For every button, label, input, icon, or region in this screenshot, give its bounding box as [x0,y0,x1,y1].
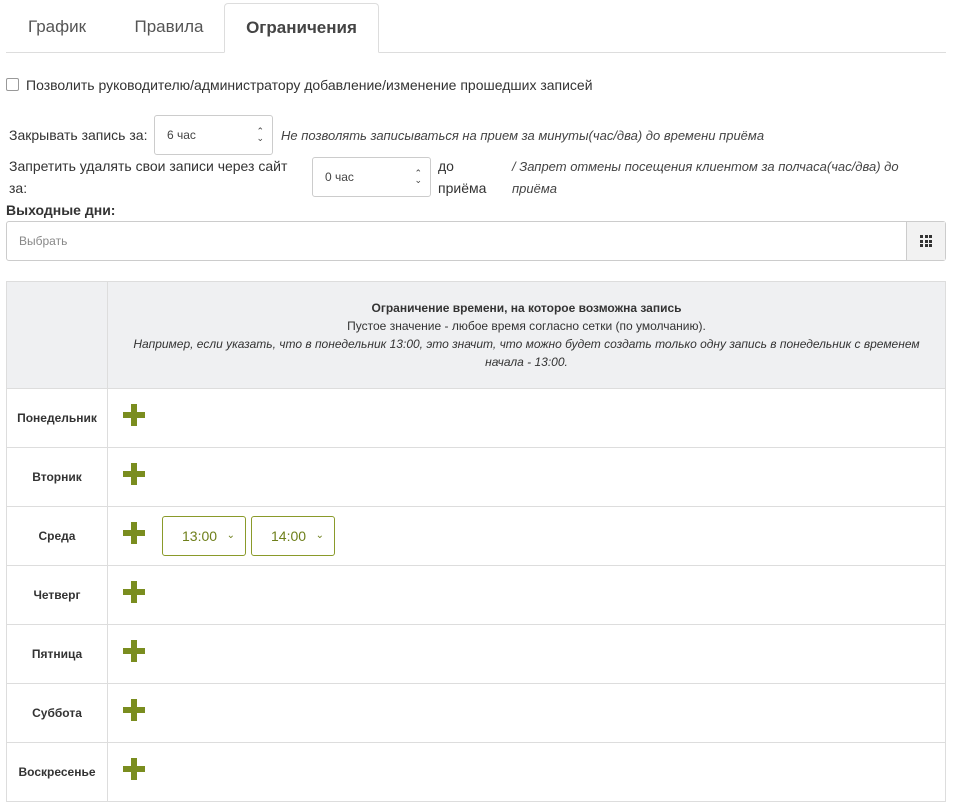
day-name: Вторник [6,447,108,507]
days-off-label: Выходные дни: [6,202,116,218]
updown-icon: ⌃ ⌄ [414,168,422,185]
close-booking-value: 6 час [167,128,196,142]
forbid-delete-label-line1: Запретить удалять свои записи через сайт [9,158,288,174]
grid-icon [920,235,932,247]
days-off-multiselect[interactable]: Выбрать [6,221,946,261]
days-off-placeholder: Выбрать [19,234,68,248]
table-row: Понедельник [6,388,946,448]
forbid-delete-suffix-line2: приёма [438,180,487,196]
allow-past-label: Позволить руководителю/администратору до… [26,77,593,93]
add-time-plus-icon[interactable] [123,522,145,544]
table-row: Пятница [6,624,946,684]
day-name: Среда [6,506,108,566]
chevron-down-icon: ⌄ [226,530,235,541]
time-select[interactable]: 14:00 ⌄ [251,516,335,556]
table-row: Вторник [6,447,946,507]
table-header-row: Ограничение времени, на которое возможна… [6,281,946,389]
day-name: Пятница [6,624,108,684]
add-time-plus-icon[interactable] [123,463,145,485]
close-booking-hint: Не позволять записываться на прием за ми… [281,128,765,143]
forbid-delete-suffix-line1: до [438,158,454,174]
tab-rules[interactable]: Правила [114,3,224,52]
table-header-subtitle: Пустое значение - любое время согласно с… [347,319,706,333]
allow-past-checkbox[interactable] [6,78,19,91]
table-row: Среда 13:00 ⌄ 14:00 ⌄ [6,506,946,566]
forbid-delete-label-line2: за: [9,180,28,196]
time-value: 13:00 [182,528,218,544]
time-limits-table: Ограничение времени, на которое возможна… [6,281,946,802]
forbid-delete-hint-line2: приёма [512,181,557,196]
tab-schedule[interactable]: График [6,3,108,52]
tab-bar: График Правила Ограничения [6,0,946,53]
updown-icon: ⌃ ⌄ [256,126,264,143]
table-header-cell: Ограничение времени, на которое возможна… [107,281,946,389]
forbid-delete-value: 0 час [325,170,354,184]
table-row: Суббота [6,683,946,743]
add-time-plus-icon[interactable] [123,404,145,426]
days-off-grid-button[interactable] [906,222,945,260]
time-value: 14:00 [271,528,307,544]
forbid-delete-hint-line1: / Запрет отмены посещения клиентом за по… [512,159,899,174]
day-name: Суббота [6,683,108,743]
close-booking-label: Закрывать запись за: [9,127,148,143]
add-time-plus-icon[interactable] [123,758,145,780]
time-select[interactable]: 13:00 ⌄ [162,516,246,556]
add-time-plus-icon[interactable] [123,581,145,603]
tab-restrictions[interactable]: Ограничения [224,3,379,53]
day-name: Понедельник [6,388,108,448]
table-header-note: Например, если указать, что в понедельни… [133,337,920,369]
forbid-delete-select[interactable]: 0 час ⌃ ⌄ [312,157,431,197]
table-header-corner [6,281,108,389]
day-name: Четверг [6,565,108,625]
chevron-down-icon: ⌄ [315,530,324,541]
add-time-plus-icon[interactable] [123,699,145,721]
table-row: Четверг [6,565,946,625]
close-booking-select[interactable]: 6 час ⌃ ⌄ [154,115,273,155]
add-time-plus-icon[interactable] [123,640,145,662]
forbid-delete-label: Запретить удалять свои записи через сайт [9,158,287,174]
table-header-title: Ограничение времени, на которое возможна… [371,301,682,315]
